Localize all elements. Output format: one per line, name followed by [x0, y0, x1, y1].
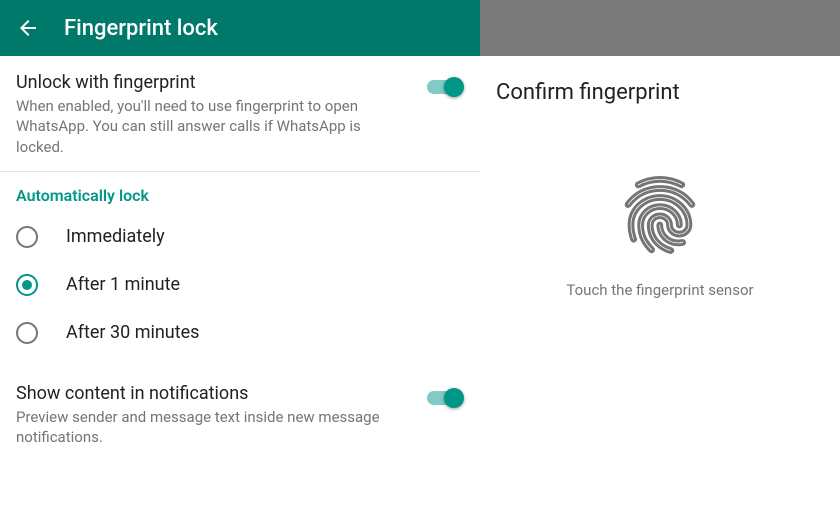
- radio-label: After 30 minutes: [66, 322, 199, 343]
- appbar: Fingerprint lock: [0, 0, 480, 56]
- radio-circle-icon: [16, 274, 38, 296]
- radio-immediately[interactable]: Immediately: [16, 213, 464, 261]
- setting-title: Unlock with fingerprint: [16, 72, 412, 93]
- autolock-section-header: Automatically lock: [0, 172, 480, 213]
- radio-label: After 1 minute: [66, 274, 180, 295]
- unlock-fingerprint-setting[interactable]: Unlock with fingerprint When enabled, yo…: [0, 56, 480, 172]
- setting-description: When enabled, you'll need to use fingerp…: [16, 96, 412, 157]
- confirm-pane: Confirm fingerprint Touch the fingerprin…: [480, 0, 840, 520]
- switch-thumb: [444, 388, 464, 408]
- notifications-content-setting[interactable]: Show content in notifications Preview se…: [0, 367, 480, 462]
- fingerprint-icon: [615, 165, 705, 265]
- radio-after-1-minute[interactable]: After 1 minute: [16, 261, 464, 309]
- setting-title: Show content in notifications: [16, 383, 412, 404]
- radio-label: Immediately: [66, 226, 165, 247]
- confirm-title: Confirm fingerprint: [496, 80, 680, 105]
- appbar-title: Fingerprint lock: [64, 16, 218, 41]
- autolock-radio-group: Immediately After 1 minute After 30 minu…: [0, 213, 480, 367]
- switch-thumb: [444, 77, 464, 97]
- radio-circle-icon: [16, 226, 38, 248]
- settings-pane: Fingerprint lock Unlock with fingerprint…: [0, 0, 480, 520]
- radio-circle-icon: [16, 322, 38, 344]
- setting-description: Preview sender and message text inside n…: [16, 407, 412, 448]
- notifications-content-toggle[interactable]: [424, 387, 464, 409]
- fingerprint-instruction: Touch the fingerprint sensor: [566, 281, 753, 299]
- back-arrow-icon: [16, 16, 40, 40]
- unlock-fingerprint-toggle[interactable]: [424, 76, 464, 98]
- radio-after-30-minutes[interactable]: After 30 minutes: [16, 309, 464, 357]
- back-button[interactable]: [16, 16, 40, 40]
- gray-header-bar: [480, 0, 840, 56]
